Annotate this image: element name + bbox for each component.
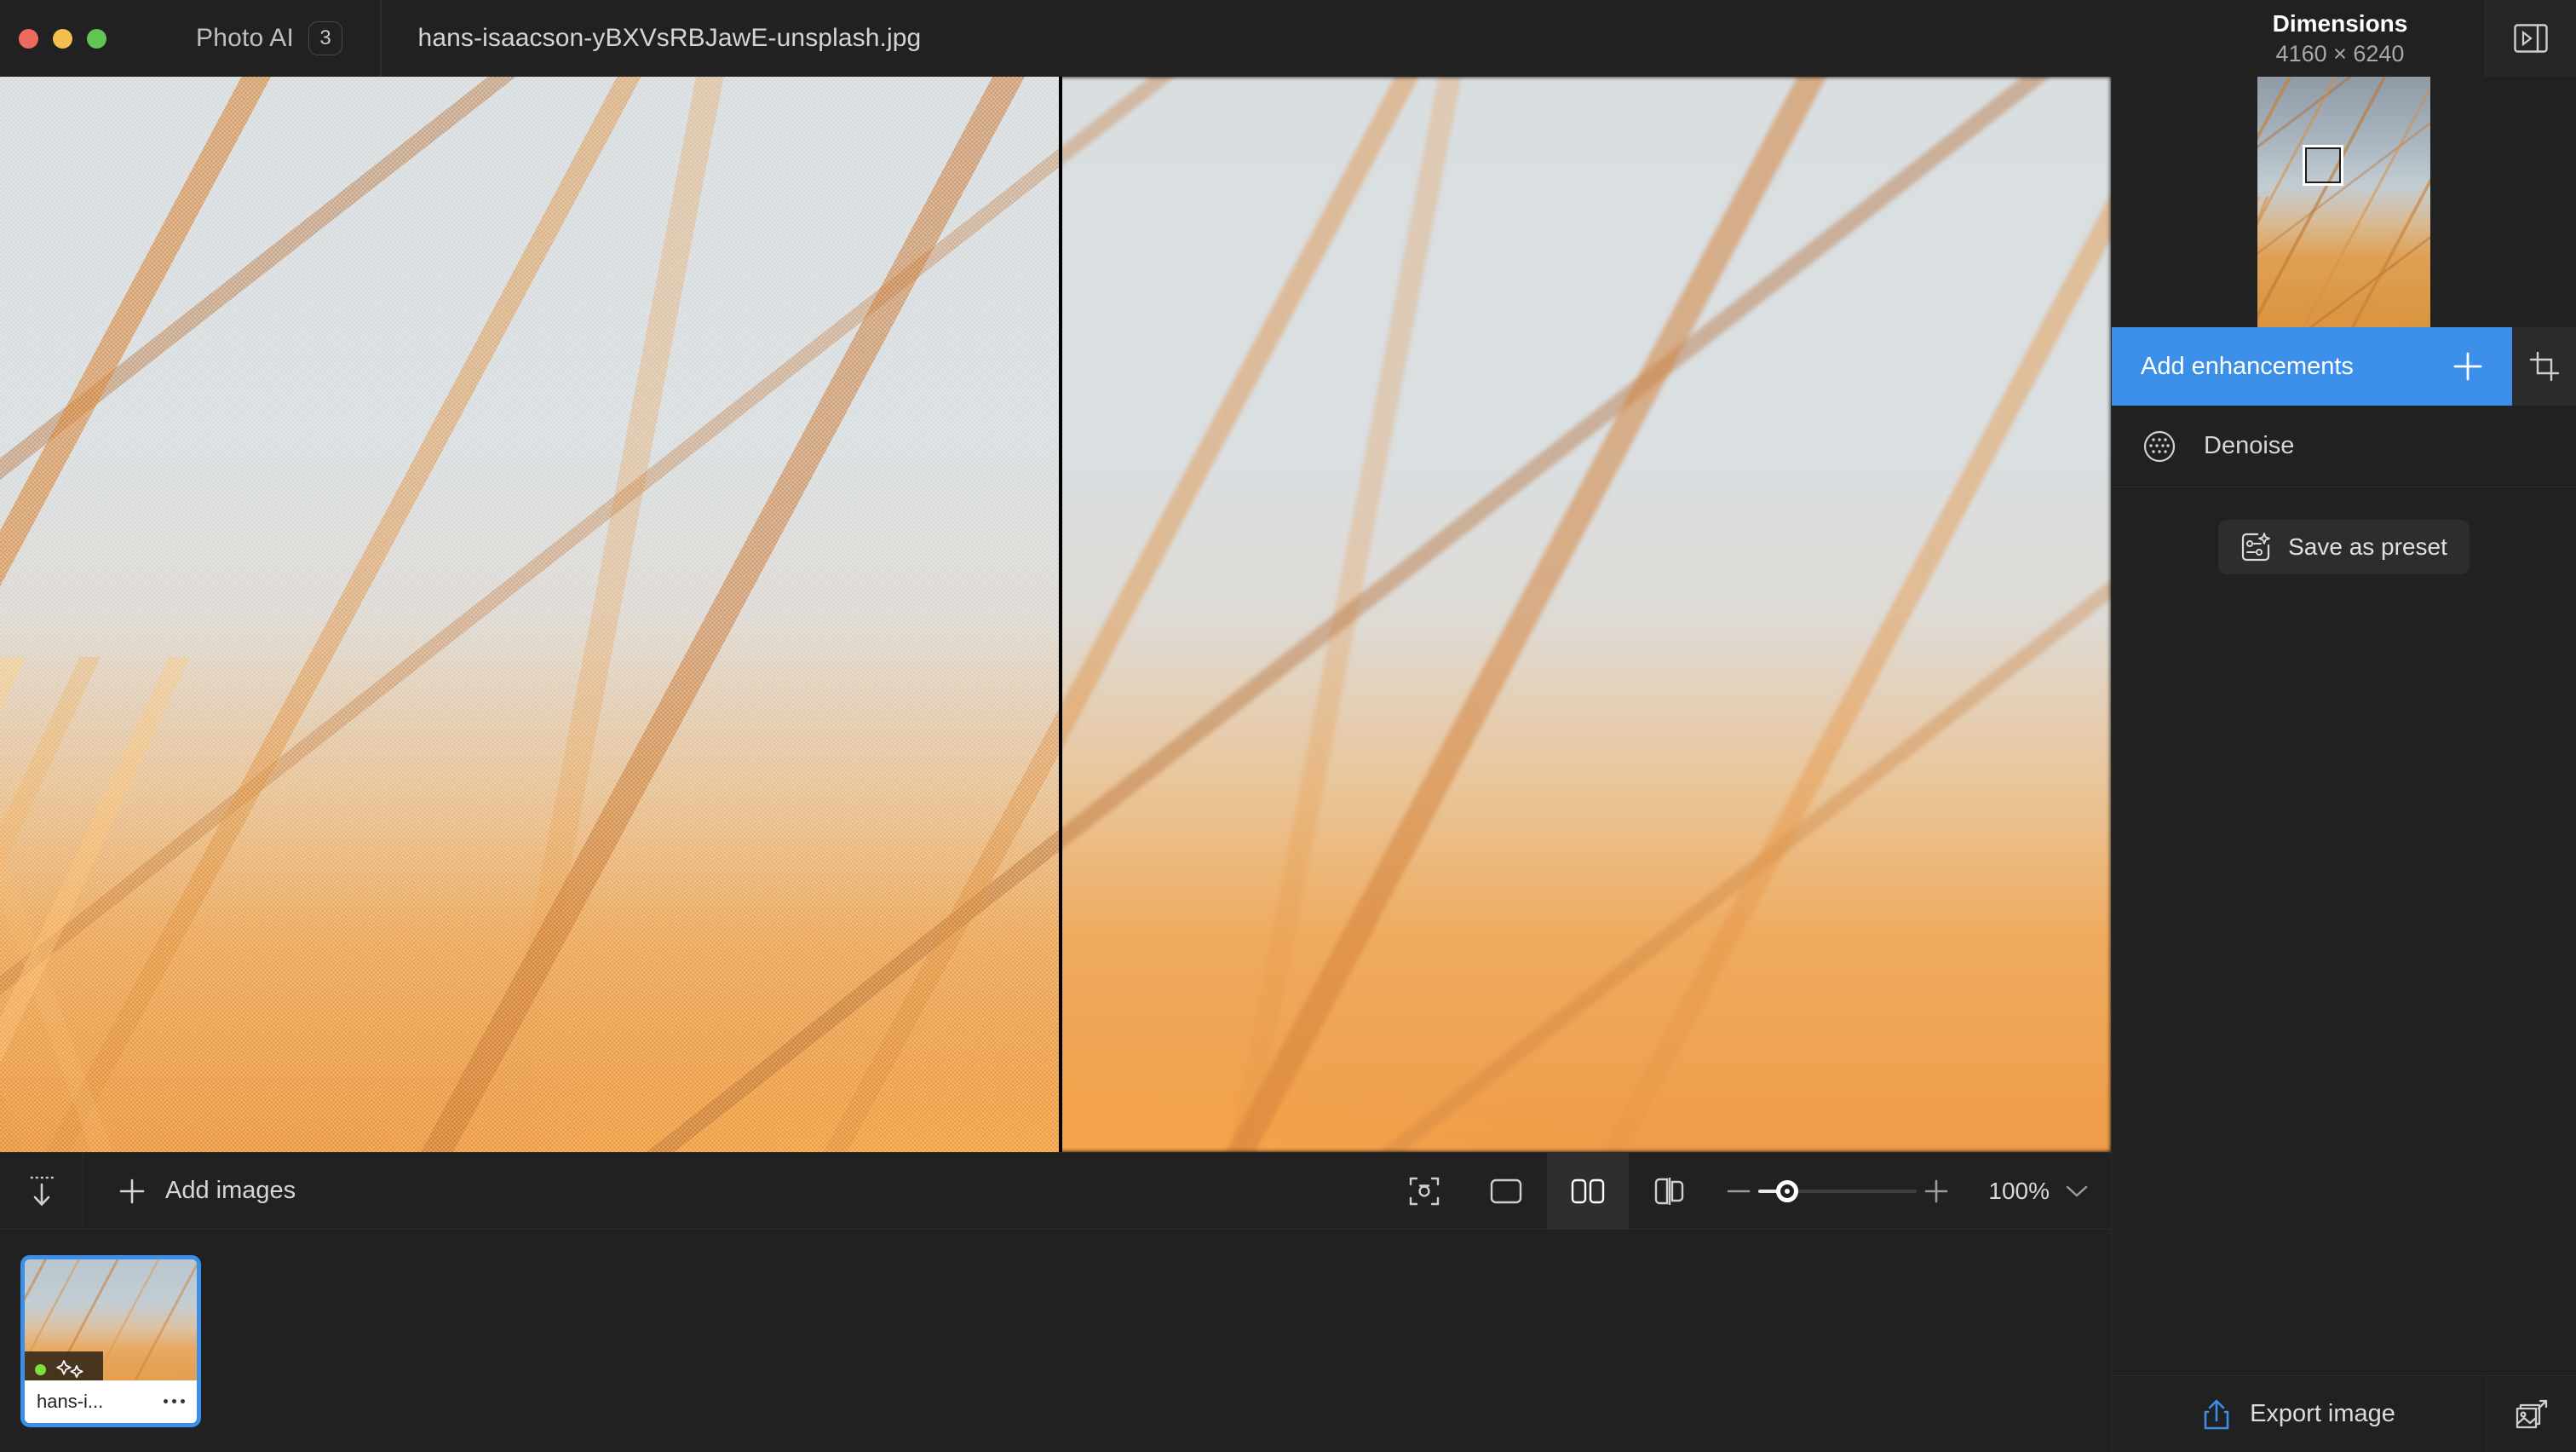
navigator-panel[interactable] — [2112, 77, 2576, 327]
panel-toggle-button[interactable] — [2485, 0, 2576, 77]
zoom-slider-track[interactable] — [1758, 1179, 1918, 1202]
app-title-group: Photo AI 3 — [196, 21, 343, 55]
right-sidebar: Add enhancements Denoise Save as preset … — [2111, 77, 2576, 1452]
minimize-window-button[interactable] — [53, 28, 72, 49]
add-enhancements-row: Add enhancements — [2112, 327, 2576, 406]
photo-grass-dense — [0, 657, 1059, 1152]
export-options-button[interactable] — [2486, 1375, 2576, 1452]
list-item[interactable]: hans-i... — [20, 1254, 201, 1427]
split-view-button[interactable] — [1547, 1152, 1630, 1230]
navigator-viewport-rect[interactable] — [2303, 145, 2343, 186]
crop-button[interactable] — [2512, 327, 2576, 406]
export-image-label: Export image — [2250, 1400, 2395, 1427]
plus-icon — [118, 1177, 147, 1206]
canvas-pane-enhanced[interactable] — [1062, 77, 2111, 1152]
add-enhancements-label: Add enhancements — [2141, 352, 2354, 380]
export-bar: Export image — [2112, 1375, 2576, 1452]
thumbnail-image — [25, 1259, 197, 1389]
filmstrip: hans-i... — [0, 1229, 2111, 1452]
ellipsis-icon[interactable] — [164, 1399, 185, 1403]
close-window-button[interactable] — [19, 28, 38, 49]
add-enhancements-button[interactable]: Add enhancements — [2112, 327, 2512, 406]
export-image-icon — [2515, 1398, 2549, 1431]
panel-toggle-icon — [2514, 24, 2548, 53]
zoom-dropdown-button[interactable] — [2065, 1184, 2089, 1198]
window-controls — [0, 28, 106, 49]
zoom-level-value: 100% — [1988, 1177, 2050, 1204]
dimensions-label: Dimensions — [2272, 9, 2408, 37]
zoom-slider-handle[interactable] — [1775, 1179, 1798, 1202]
image-count-badge: 3 — [308, 21, 343, 55]
dimensions-value: 4160 × 6240 — [2275, 40, 2405, 66]
focus-frame-icon — [1408, 1175, 1440, 1207]
maximize-window-button[interactable] — [87, 28, 106, 49]
zoom-slider-group[interactable] — [1711, 1153, 1964, 1230]
denoise-dots-icon — [2141, 428, 2178, 465]
split-divider[interactable] — [1059, 77, 1062, 1152]
navigator-preview[interactable] — [2257, 77, 2430, 327]
add-images-button[interactable]: Add images — [83, 1153, 296, 1230]
split-pane-icon — [1571, 1178, 1605, 1204]
single-pane-icon — [1490, 1178, 1522, 1204]
single-view-button[interactable] — [1465, 1153, 1547, 1230]
current-filename-label: hans-isaacson-yBXVsRBJawE-unsplash.jpg — [417, 24, 922, 52]
original-photo — [0, 77, 1059, 1152]
app-name-label: Photo AI — [196, 24, 295, 52]
add-images-label: Add images — [165, 1177, 296, 1204]
status-dot-icon — [35, 1364, 46, 1375]
collapse-filmstrip-button[interactable] — [0, 1152, 83, 1230]
canvas-pane-original[interactable] — [0, 77, 1059, 1152]
title-bar: Photo AI 3 hans-isaacson-yBXVsRBJawE-uns… — [0, 0, 2576, 77]
save-as-preset-label: Save as preset — [2288, 533, 2447, 560]
bottom-toolbar: Add images 100% — [0, 1152, 2111, 1230]
plus-icon — [2452, 351, 2483, 382]
thumbnail-filename: hans-i... — [37, 1390, 104, 1412]
compare-pane-icon — [1653, 1177, 1687, 1205]
sparkles-icon — [55, 1359, 87, 1381]
image-canvas[interactable]: Preview Updated — [0, 77, 2111, 1152]
app-window: Photo AI 3 hans-isaacson-yBXVsRBJawE-uns… — [0, 0, 2576, 1452]
navigator-grass-dense — [2257, 197, 2430, 327]
save-as-preset-button[interactable]: Save as preset — [2218, 520, 2470, 574]
thumbnail-label-bar: hans-i... — [25, 1380, 197, 1423]
enhanced-photo — [1062, 77, 2111, 1152]
enhancement-label: Denoise — [2204, 432, 2295, 459]
focus-preview-button[interactable] — [1383, 1153, 1465, 1230]
share-up-icon — [2202, 1397, 2231, 1432]
compare-view-button[interactable] — [1629, 1153, 1711, 1230]
view-mode-group: 100% — [1383, 1152, 2111, 1230]
export-image-button[interactable]: Export image — [2112, 1376, 2486, 1452]
save-preset-row: Save as preset — [2112, 487, 2576, 574]
crop-icon — [2529, 351, 2560, 382]
collapse-down-icon — [25, 1173, 59, 1209]
enhancement-item-denoise[interactable]: Denoise — [2112, 406, 2576, 487]
dimensions-readout: Dimensions 4160 × 6240 — [2195, 0, 2485, 77]
preset-icon — [2240, 532, 2271, 562]
zoom-in-button[interactable] — [1917, 1179, 1956, 1203]
photo-grass-dense — [1062, 657, 2111, 1152]
titlebar-divider — [380, 0, 382, 77]
zoom-out-button[interactable] — [1719, 1187, 1758, 1196]
